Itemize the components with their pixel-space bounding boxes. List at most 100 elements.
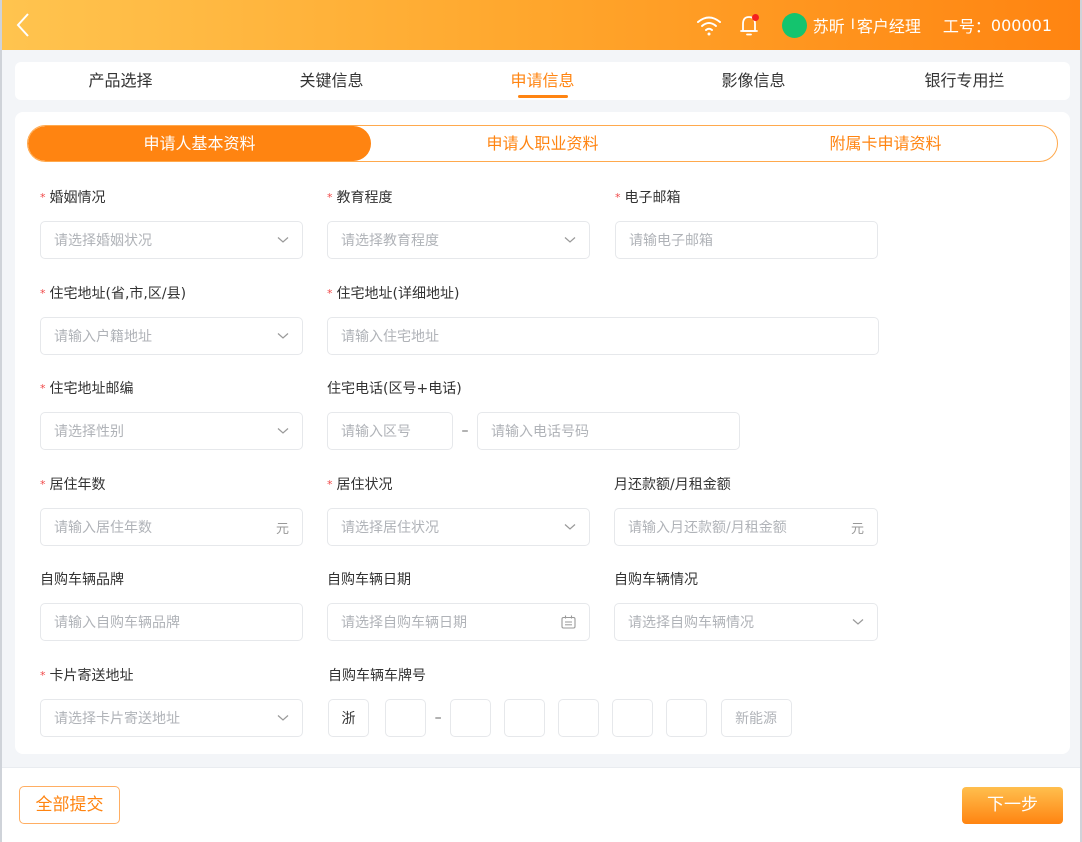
tab-product-selection[interactable]: 产品选择: [15, 62, 226, 100]
marital-placeholder: 请选择婚姻状况: [54, 233, 152, 249]
car-brand-label: 自购车辆品牌: [40, 572, 124, 588]
plate-province-button[interactable]: 浙: [328, 699, 369, 737]
marital-select[interactable]: 请选择婚姻状况: [40, 221, 303, 259]
area-code-input[interactable]: 请输入区号: [327, 412, 453, 450]
address-detail-label: 住宅地址(详细地址): [336, 286, 460, 302]
monthly-payment-field: 月还款额/月租金额 请输入月还款额/月租金额 元: [614, 475, 878, 546]
currency-suffix: 元: [850, 521, 864, 537]
marital-label: 婚姻情况: [49, 190, 106, 206]
card-address-placeholder: 请选择卡片寄送地址: [54, 711, 180, 727]
calendar-icon: [561, 615, 576, 629]
car-date-label: 自购车辆日期: [327, 572, 411, 588]
postcode-select[interactable]: 请选择性别: [40, 412, 303, 450]
phone-number-placeholder: 请输入电话号码: [491, 424, 589, 440]
next-step-button[interactable]: 下一步: [962, 787, 1063, 824]
chevron-down-icon: [277, 715, 289, 721]
chevron-down-icon: [852, 619, 864, 625]
car-status-placeholder: 请选择自购车辆情况: [628, 615, 754, 631]
car-status-select[interactable]: 请选择自购车辆情况: [614, 603, 878, 641]
currency-suffix: 元: [275, 521, 289, 537]
address-region-select[interactable]: 请输入户籍地址: [40, 317, 303, 355]
monthly-payment-input[interactable]: 请输入月还款额/月租金额 元: [614, 508, 878, 546]
segment-basic-info[interactable]: 申请人基本资料: [28, 126, 371, 161]
user-role: 客户经理: [856, 17, 921, 36]
required-mark: *: [40, 382, 46, 395]
plate-separator: –: [434, 710, 442, 726]
notification-badge: [751, 14, 759, 21]
residence-years-field: * 居住年数 请输入居住年数 元: [40, 475, 303, 546]
address-region-field: * 住宅地址(省,市,区/县) 请输入户籍地址: [40, 284, 303, 355]
section-segmented-control: 申请人基本资料 申请人职业资料 附属卡申请资料: [27, 125, 1058, 162]
user-name: 苏昕: [812, 17, 845, 36]
phone-separator: –: [461, 423, 469, 439]
app-header: 苏昕 I 客户经理 工号： 000001: [2, 0, 1080, 50]
address-detail-placeholder: 请输入住宅地址: [341, 329, 439, 345]
residence-years-input[interactable]: 请输入居住年数 元: [40, 508, 303, 546]
required-mark: *: [40, 287, 46, 300]
plate-char-2[interactable]: [450, 699, 492, 737]
required-mark: *: [327, 191, 333, 204]
tab-application-info[interactable]: 申请信息: [437, 62, 648, 100]
residence-status-field: * 居住状况 请选择居住状况: [327, 475, 590, 546]
employee-id-label: 工号：: [942, 17, 991, 36]
residence-status-label: 居住状况: [336, 477, 393, 493]
step-tabs: 产品选择 关键信息 申请信息 影像信息 银行专用拦: [15, 62, 1070, 100]
residence-years-label: 居住年数: [49, 477, 106, 493]
submit-all-button[interactable]: 全部提交: [19, 786, 120, 824]
car-brand-field: 自购车辆品牌 请输入自购车辆品牌: [40, 570, 303, 641]
tab-key-info[interactable]: 关键信息: [226, 62, 437, 100]
education-placeholder: 请选择教育程度: [341, 233, 439, 249]
plate-field: 自购车辆车牌号 浙 – 新能源: [328, 666, 792, 737]
segment-supplementary-card[interactable]: 附属卡申请资料: [714, 126, 1057, 161]
avatar[interactable]: [781, 12, 807, 38]
monthly-payment-label: 月还款额/月租金额: [614, 477, 731, 493]
application-form-card: 申请人基本资料 申请人职业资料 附属卡申请资料 * 婚姻情况 请选择婚姻状况 * 教…: [15, 112, 1070, 754]
car-brand-input[interactable]: 请输入自购车辆品牌: [40, 603, 303, 641]
home-phone-label: 住宅电话(区号+电话): [327, 381, 462, 397]
user-separator: I: [850, 17, 855, 33]
notification-bell[interactable]: [738, 13, 760, 37]
card-address-field: * 卡片寄送地址 请选择卡片寄送地址: [40, 666, 303, 737]
plate-char-1[interactable]: [385, 699, 427, 737]
education-select[interactable]: 请选择教育程度: [327, 221, 590, 259]
car-date-field: 自购车辆日期 请选择自购车辆日期: [327, 570, 590, 641]
phone-number-input[interactable]: 请输入电话号码: [477, 412, 740, 450]
chevron-down-icon: [564, 237, 576, 243]
required-mark: *: [327, 478, 333, 491]
monthly-payment-placeholder: 请输入月还款额/月租金额: [628, 520, 787, 536]
car-status-label: 自购车辆情况: [614, 572, 698, 588]
residence-status-placeholder: 请选择居住状况: [341, 520, 439, 536]
required-mark: *: [615, 191, 621, 204]
address-detail-field: * 住宅地址(详细地址) 请输入住宅地址: [327, 284, 879, 355]
home-phone-field: 住宅电话(区号+电话) 请输入区号 – 请输入电话号码: [327, 379, 747, 450]
card-address-select[interactable]: 请选择卡片寄送地址: [40, 699, 303, 737]
residence-years-placeholder: 请输入居住年数: [54, 520, 152, 536]
car-date-picker[interactable]: 请选择自购车辆日期: [327, 603, 590, 641]
address-detail-input[interactable]: 请输入住宅地址: [327, 317, 879, 355]
postcode-placeholder: 请选择性别: [54, 424, 124, 440]
chevron-down-icon: [277, 237, 289, 243]
education-label: 教育程度: [336, 190, 393, 206]
address-region-placeholder: 请输入户籍地址: [54, 329, 152, 345]
email-field: * 电子邮箱 请输电子邮箱: [615, 188, 878, 259]
tab-bank-use[interactable]: 银行专用拦: [859, 62, 1070, 100]
employee-id: 000001: [990, 15, 1052, 35]
email-input[interactable]: 请输电子邮箱: [615, 221, 878, 259]
plate-char-5[interactable]: [612, 699, 654, 737]
required-mark: *: [327, 287, 333, 300]
wifi-icon: [696, 16, 721, 36]
segment-occupation-info[interactable]: 申请人职业资料: [371, 126, 714, 161]
plate-char-4[interactable]: [558, 699, 600, 737]
postcode-field: * 住宅地址邮编 请选择性别: [40, 379, 303, 450]
residence-status-select[interactable]: 请选择居住状况: [327, 508, 590, 546]
back-arrow-icon[interactable]: [12, 10, 36, 40]
marital-field: * 婚姻情况 请选择婚姻状况: [40, 188, 303, 259]
car-status-field: 自购车辆情况 请选择自购车辆情况: [614, 570, 878, 641]
tab-image-info[interactable]: 影像信息: [648, 62, 859, 100]
area-code-placeholder: 请输入区号: [341, 424, 411, 440]
email-label: 电子邮箱: [624, 190, 681, 206]
plate-char-3[interactable]: [504, 699, 546, 737]
new-energy-button[interactable]: 新能源: [720, 699, 792, 737]
plate-char-6[interactable]: [666, 699, 708, 737]
car-date-placeholder: 请选择自购车辆日期: [341, 615, 467, 631]
